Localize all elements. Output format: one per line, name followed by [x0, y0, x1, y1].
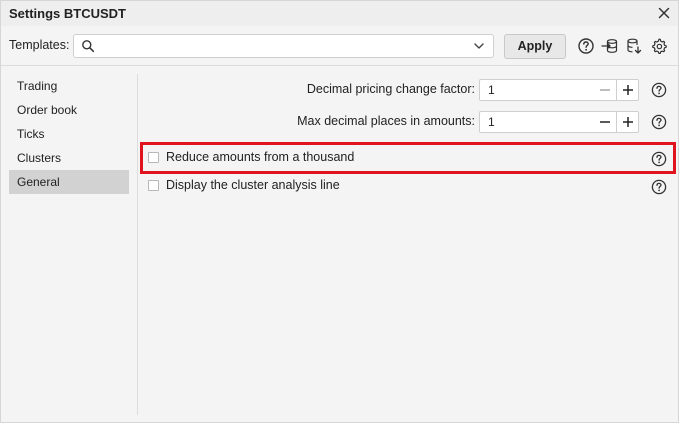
cluster-line-label[interactable]: Display the cluster analysis line	[166, 178, 340, 192]
sidebar-item-order-book[interactable]: Order book	[9, 98, 129, 122]
settings-window: Settings BTCUSDT Templates: Apply Tradin…	[0, 0, 679, 423]
plus-icon	[622, 85, 633, 95]
templates-label: Templates:	[9, 38, 70, 52]
help-icon[interactable]	[651, 179, 667, 195]
decrement-button[interactable]	[594, 112, 616, 132]
close-button[interactable]	[654, 3, 674, 23]
minus-icon	[600, 89, 610, 91]
templates-toolbar: Templates: Apply	[1, 26, 678, 66]
increment-button[interactable]	[616, 80, 638, 100]
max-decimal-label: Max decimal places in amounts:	[297, 114, 475, 128]
reduce-amounts-label[interactable]: Reduce amounts from a thousand	[166, 150, 354, 164]
panel-divider	[137, 74, 138, 415]
settings-sidebar: Trading Order book Ticks Clusters Genera…	[9, 74, 129, 194]
sidebar-item-clusters[interactable]: Clusters	[9, 146, 129, 170]
sidebar-item-ticks[interactable]: Ticks	[9, 122, 129, 146]
sidebar-item-label: General	[17, 175, 60, 189]
title-bar: Settings BTCUSDT	[1, 1, 678, 26]
decimal-pricing-row: Decimal pricing change factor:	[146, 79, 475, 101]
increment-button[interactable]	[616, 112, 638, 132]
decimal-pricing-value[interactable]: 1	[488, 83, 495, 97]
database-save-icon[interactable]	[625, 37, 643, 55]
decimal-pricing-label: Decimal pricing change factor:	[306, 82, 475, 96]
decrement-button[interactable]	[594, 80, 616, 100]
cluster-line-checkbox[interactable]	[148, 180, 159, 191]
reduce-amounts-row: Reduce amounts from a thousand	[148, 148, 448, 170]
minus-icon	[600, 121, 610, 123]
help-icon[interactable]	[651, 82, 667, 98]
decimal-pricing-stepper[interactable]: 1	[479, 79, 639, 101]
chevron-down-icon	[474, 43, 484, 49]
window-title: Settings BTCUSDT	[9, 6, 126, 21]
sidebar-item-label: Ticks	[17, 127, 45, 141]
templates-select[interactable]	[73, 34, 494, 58]
max-decimal-row: Max decimal places in amounts:	[146, 111, 475, 133]
apply-button[interactable]: Apply	[504, 34, 566, 59]
search-icon	[82, 40, 95, 53]
max-decimal-value[interactable]: 1	[488, 115, 495, 129]
close-icon	[658, 7, 670, 19]
sidebar-item-label: Order book	[17, 103, 78, 117]
plus-icon	[622, 117, 633, 127]
max-decimal-stepper[interactable]: 1	[479, 111, 639, 133]
reduce-amounts-checkbox[interactable]	[148, 152, 159, 163]
sidebar-item-label: Trading	[17, 79, 58, 93]
gear-icon[interactable]	[650, 37, 668, 55]
sidebar-item-label: Clusters	[17, 151, 62, 165]
help-icon[interactable]	[651, 114, 667, 130]
help-icon[interactable]	[651, 151, 667, 167]
sidebar-item-trading[interactable]: Trading	[9, 74, 129, 98]
sidebar-item-general[interactable]: General	[9, 170, 129, 194]
import-icon[interactable]	[601, 37, 619, 55]
help-circle-icon[interactable]	[577, 37, 595, 55]
cluster-line-row: Display the cluster analysis line	[148, 176, 448, 198]
